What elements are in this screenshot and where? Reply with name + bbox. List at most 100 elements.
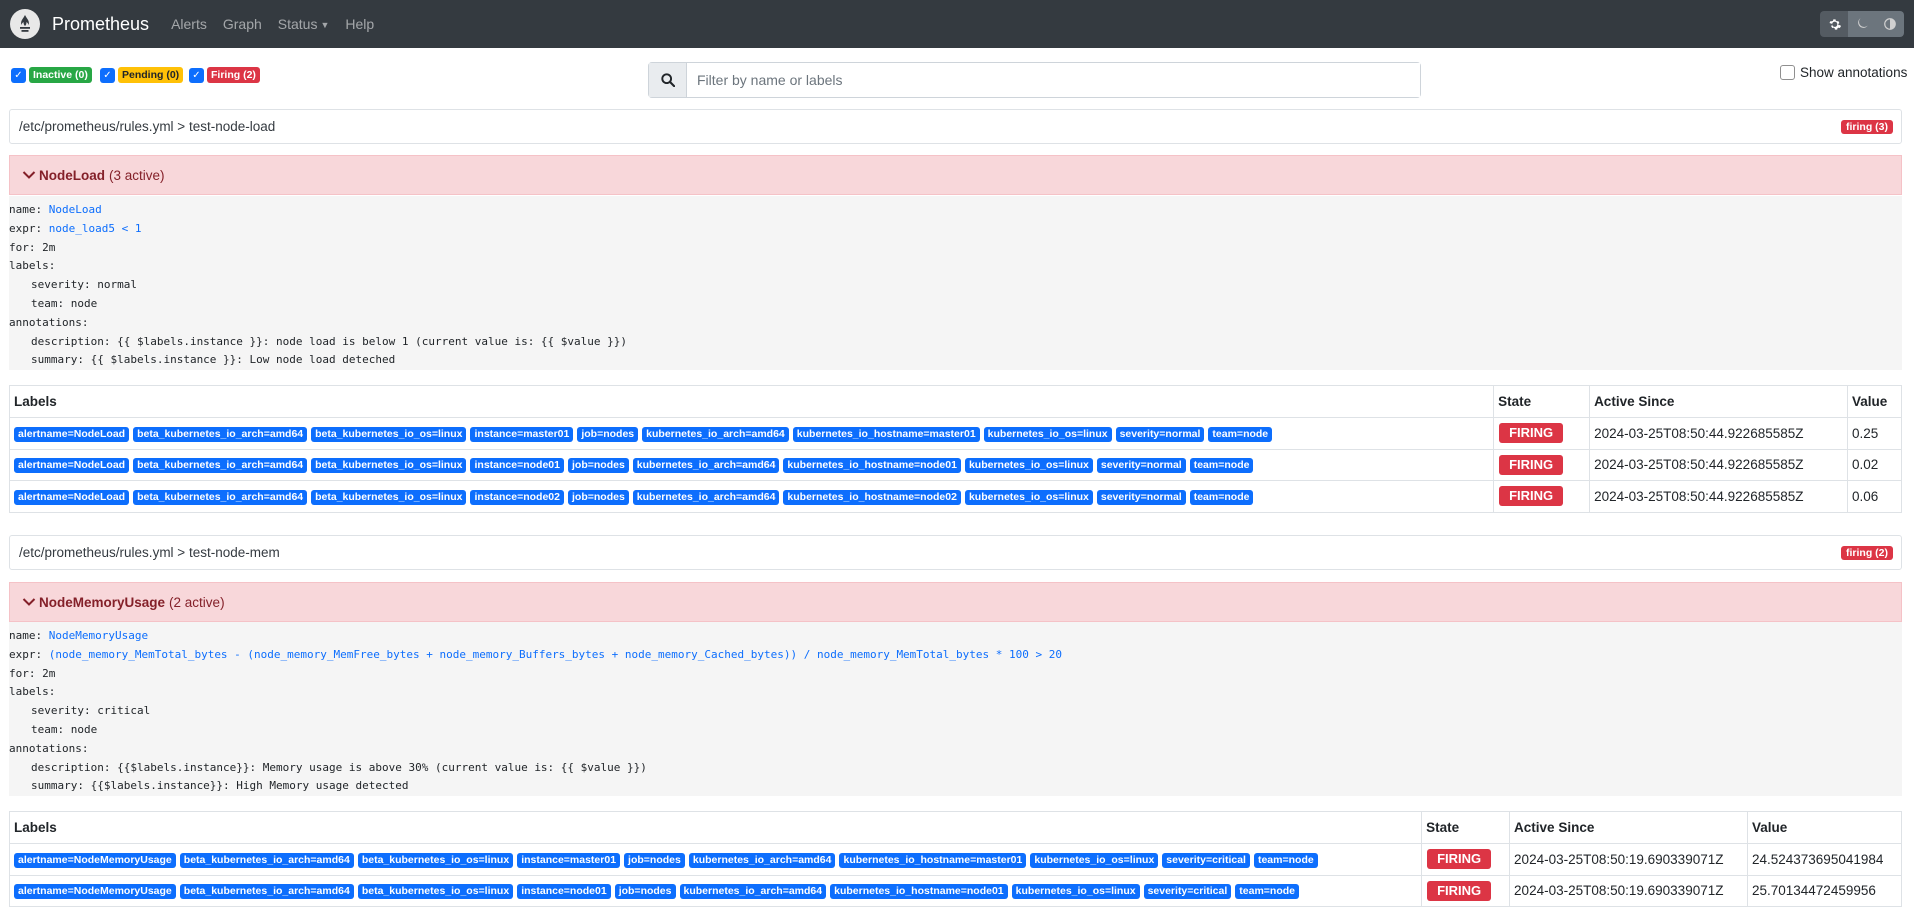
inactive-badge[interactable]: Inactive (0) xyxy=(29,67,92,83)
prometheus-logo-icon[interactable] xyxy=(10,9,40,39)
label-badge: beta_kubernetes_io_arch=amd64 xyxy=(179,852,354,868)
label-badge: severity=normal xyxy=(1096,489,1186,505)
nav-alerts[interactable]: Alerts xyxy=(171,16,207,32)
def-for: for: 2m xyxy=(9,666,56,680)
alerts-table-body: alertname=NodeLoad beta_kubernetes_io_arc… xyxy=(8,417,1903,513)
state-cell: FIRING xyxy=(1421,843,1511,876)
label-badge: severity=critical xyxy=(1143,884,1232,900)
def-name-link[interactable]: NodeLoad xyxy=(49,203,102,216)
active-since-cell: 2024-03-25T08:50:44.922685585Z xyxy=(1589,448,1848,481)
label-badge: job=nodes xyxy=(614,884,676,900)
label-badge: team=node xyxy=(1189,458,1254,474)
firing-checkbox[interactable]: ✓ xyxy=(189,68,204,83)
table-row: alertname=NodeMemoryUsage beta_kubernetes… xyxy=(8,874,1903,907)
label-badge: kubernetes_io_hostname=master01 xyxy=(792,426,980,442)
rule-name: NodeLoad xyxy=(39,167,105,183)
def-annotations-key: annotations: xyxy=(9,741,89,755)
label-badge: beta_kubernetes_io_arch=amd64 xyxy=(133,458,308,474)
label-badge: team=node xyxy=(1235,884,1299,900)
def-expr-key: expr: xyxy=(9,221,43,235)
def-annotations-key: annotations: xyxy=(9,315,89,329)
label-badge: kubernetes_io_arch=amd64 xyxy=(632,489,780,505)
label-badge: alertname=NodeMemoryUsage xyxy=(14,884,176,900)
def-expr-link[interactable]: (node_memory_MemTotal_bytes - (node_memo… xyxy=(49,648,1062,661)
def-annotation-line: summary: {{$labels.instance}}: High Memo… xyxy=(31,779,409,793)
group-path: /etc/prometheus/rules.yml > test-node-me… xyxy=(19,545,280,560)
contrast-icon[interactable] xyxy=(1876,11,1904,37)
col-labels: Labels xyxy=(8,385,1495,418)
label-badge: beta_kubernetes_io_os=linux xyxy=(311,458,467,474)
table-row: alertname=NodeLoad beta_kubernetes_io_arc… xyxy=(8,448,1903,481)
label-badge: kubernetes_io_os=linux xyxy=(964,489,1093,505)
rule-header[interactable]: NodeMemoryUsage (2 active) xyxy=(9,582,1902,622)
group-firing-badge: firing (2) xyxy=(1841,546,1893,560)
label-badge: kubernetes_io_os=linux xyxy=(1011,884,1140,900)
state-badge: FIRING xyxy=(1427,849,1492,870)
pending-badge[interactable]: Pending (0) xyxy=(118,67,184,83)
label-badge: instance=node01 xyxy=(470,458,564,474)
search-icon xyxy=(649,63,687,97)
value-cell: 0.02 xyxy=(1846,448,1903,481)
def-name-key: name: xyxy=(9,629,43,642)
rule-name: NodeMemoryUsage xyxy=(39,594,166,610)
gear-icon[interactable] xyxy=(1820,11,1848,37)
col-state: State xyxy=(1421,811,1511,844)
alerts-table-body: alertname=NodeMemoryUsage beta_kubernetes… xyxy=(8,843,1903,907)
state-badge: FIRING xyxy=(1499,486,1564,507)
def-label-line: team: node xyxy=(31,296,98,310)
label-badge: kubernetes_io_hostname=master01 xyxy=(839,852,1027,868)
inactive-checkbox[interactable]: ✓ xyxy=(11,68,26,83)
label-badge: beta_kubernetes_io_arch=amd64 xyxy=(179,884,354,900)
label-badge: kubernetes_io_arch=amd64 xyxy=(688,852,836,868)
def-name-link[interactable]: NodeMemoryUsage xyxy=(49,629,148,642)
show-annotations-toggle[interactable]: Show annotations xyxy=(1780,65,1907,80)
nav-status-dropdown[interactable]: Status ▼ xyxy=(278,16,330,32)
value-cell: 0.25 xyxy=(1846,417,1903,450)
brand-title[interactable]: Prometheus xyxy=(52,14,149,35)
label-badge: severity=normal xyxy=(1096,458,1186,474)
rule-definition: name: NodeLoad expr: node_load5 < 1 for:… xyxy=(9,196,1902,370)
label-badge: team=node xyxy=(1253,852,1318,868)
group-path: /etc/prometheus/rules.yml > test-node-lo… xyxy=(19,119,276,134)
label-badge: beta_kubernetes_io_os=linux xyxy=(357,852,514,868)
def-label-line: severity: critical xyxy=(31,704,151,718)
active-since-cell: 2024-03-25T08:50:44.922685585Z xyxy=(1589,417,1848,450)
show-annotations-checkbox[interactable] xyxy=(1780,65,1795,80)
col-state: State xyxy=(1493,385,1591,418)
group-firing-badge: firing (3) xyxy=(1841,120,1893,134)
table-row: alertname=NodeLoad beta_kubernetes_io_arc… xyxy=(8,480,1903,513)
label-badge: kubernetes_io_os=linux xyxy=(983,426,1112,442)
def-expr-link[interactable]: node_load5 < 1 xyxy=(49,222,142,235)
caret-down-icon: ▼ xyxy=(320,20,330,30)
show-annotations-label: Show annotations xyxy=(1800,65,1908,80)
col-value: Value xyxy=(1746,811,1903,844)
moon-icon[interactable] xyxy=(1848,11,1876,37)
rule-header[interactable]: NodeLoad (3 active) xyxy=(9,155,1902,195)
state-cell: FIRING xyxy=(1421,874,1511,907)
label-badge: instance=node01 xyxy=(517,884,611,900)
nav-help[interactable]: Help xyxy=(345,16,374,32)
firing-badge[interactable]: Firing (2) xyxy=(207,67,260,83)
label-badge: beta_kubernetes_io_arch=amd64 xyxy=(133,489,308,505)
chevron-down-icon xyxy=(22,595,36,609)
search-input[interactable] xyxy=(687,63,1420,97)
labels-cell: alertname=NodeLoad beta_kubernetes_io_arc… xyxy=(8,480,1495,513)
rule-active-count: (3 active) xyxy=(109,167,165,183)
label-badge: team=node xyxy=(1208,426,1273,442)
label-badge: alertname=NodeMemoryUsage xyxy=(14,852,176,868)
label-badge: alertname=NodeLoad xyxy=(14,426,130,442)
filter-row: ✓ Inactive (0) ✓ Pending (0) ✓ Firing (2… xyxy=(0,48,1914,106)
labels-cell: alertname=NodeLoad beta_kubernetes_io_arc… xyxy=(8,448,1495,481)
state-badge: FIRING xyxy=(1427,880,1492,901)
value-cell: 0.06 xyxy=(1846,480,1903,513)
def-labels-key: labels: xyxy=(9,259,56,273)
label-badge: team=node xyxy=(1189,489,1254,505)
active-since-cell: 2024-03-25T08:50:19.690339071Z xyxy=(1509,874,1748,907)
label-badge: job=nodes xyxy=(567,489,629,505)
label-badge: kubernetes_io_arch=amd64 xyxy=(642,426,789,442)
nav-graph[interactable]: Graph xyxy=(223,16,262,32)
label-badge: instance=master01 xyxy=(517,852,621,868)
pending-checkbox[interactable]: ✓ xyxy=(100,68,115,83)
label-badge: instance=node02 xyxy=(470,489,564,505)
label-badge: severity=normal xyxy=(1115,426,1205,442)
